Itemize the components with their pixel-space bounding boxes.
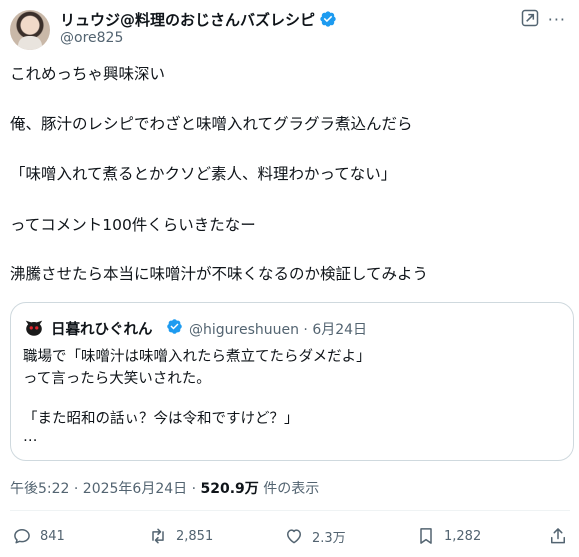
tweet-line: 俺、豚汁のレシピでわざと味噌入れてグラグラ煮込んだら [10, 115, 413, 133]
bookmark-button[interactable]: 1,282 [416, 526, 481, 546]
repost-icon [152, 528, 164, 544]
grok-icon[interactable] [520, 8, 540, 28]
tweet-line: 「味噌入れて煮るとかクソど素人、料理わかってない」 [10, 165, 397, 183]
share-button[interactable] [548, 526, 576, 546]
divider [10, 510, 570, 511]
tweet-line: 沸騰させたら本当に味噌汁が不味くなるのか検証してみよう [10, 265, 429, 283]
reply-count: 841 [40, 528, 65, 544]
view-count: 520.9万 [200, 481, 259, 497]
bookmark-count: 1,282 [444, 528, 482, 544]
tweet-header: リュウジ@料理のおじさんバズレシピ @ore825 ··· [10, 8, 570, 52]
view-label: 件の表示 [258, 481, 320, 497]
author-avatar[interactable] [10, 10, 50, 50]
quote-author-name[interactable]: 日暮れひぐれん [51, 318, 153, 339]
repost-count: 2,851 [176, 528, 214, 544]
more-options-icon[interactable]: ··· [548, 10, 566, 29]
reply-icon [14, 529, 30, 544]
share-icon [551, 528, 565, 544]
action-bar: 841 2,851 2.3万 1,282 [10, 526, 570, 550]
quote-handle-date: @higureshuuen · 6月24日 [189, 322, 368, 338]
verified-badge-icon [320, 11, 336, 27]
tweet-line: ってコメント100件くらいきたなー [10, 216, 256, 234]
tweet-meta: 午後5:22 · 2025年6月24日 · 520.9万 件の表示 [10, 478, 319, 498]
timestamp[interactable]: 午後5:22 · 2025年6月24日 · [10, 481, 201, 497]
verified-badge-icon [167, 319, 182, 334]
quote-line: 職場で「味噌汁は味噌入れたら煮立てたらダメだよ」 [23, 349, 371, 365]
author-name-row: リュウジ@料理のおじさんバズレシピ [60, 8, 337, 30]
tweet-line: これめっちゃ興味深い [10, 65, 166, 83]
quote-line: … [23, 429, 38, 445]
repost-button[interactable]: 2,851 [148, 526, 213, 546]
quote-author-avatar[interactable] [23, 316, 45, 338]
quoted-tweet[interactable]: 日暮れひぐれん @higureshuuen · 6月24日 職場で「味噌汁は味噌… [10, 302, 574, 461]
like-button[interactable]: 2.3万 [284, 526, 346, 546]
author-display-name[interactable]: リュウジ@料理のおじさんバズレシピ [60, 9, 315, 30]
reply-button[interactable]: 841 [12, 526, 65, 546]
quote-line: 「また昭和の話ぃ？今は令和ですけど？」 [23, 411, 299, 427]
quote-line: って言ったら大笑いされた。 [23, 371, 211, 387]
heart-icon [287, 529, 301, 544]
like-count: 2.3万 [312, 530, 346, 546]
bookmark-icon [420, 528, 432, 544]
author-handle[interactable]: @ore825 [60, 30, 123, 46]
